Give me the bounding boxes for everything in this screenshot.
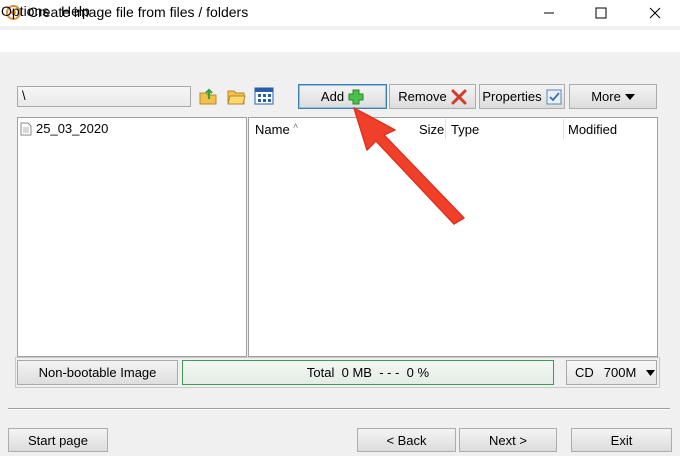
annotation-arrow-icon	[353, 107, 465, 225]
footer-divider	[8, 408, 670, 409]
maximize-button[interactable]	[578, 0, 624, 26]
column-header-name[interactable]: Name	[255, 122, 290, 137]
tree-item[interactable]: 25_03_2020	[20, 121, 108, 136]
minimize-button[interactable]	[526, 0, 572, 26]
media-size-select[interactable]: CD 700M	[566, 360, 657, 385]
dropdown-arrow-icon	[624, 93, 635, 100]
more-button[interactable]: More	[569, 84, 657, 109]
next-label: Next >	[489, 432, 527, 448]
total-percent: 0 %	[406, 365, 430, 380]
close-button[interactable]	[632, 0, 678, 26]
folder-open-icon[interactable]	[226, 86, 246, 106]
menu-help[interactable]: Help	[61, 3, 90, 19]
column-header-modified[interactable]: Modified	[568, 122, 617, 137]
start-page-button[interactable]: Start page	[8, 428, 108, 452]
folder-up-icon[interactable]	[198, 86, 218, 106]
more-button-label: More	[591, 89, 621, 104]
sort-indicator-icon: ˄	[293, 121, 299, 131]
close-icon	[649, 7, 661, 19]
menu-bar	[0, 30, 680, 52]
path-input[interactable]: \	[17, 86, 191, 107]
menu-options[interactable]: Options	[1, 3, 49, 19]
media-size: 700M	[603, 365, 637, 380]
grid-view-icon[interactable]	[254, 86, 274, 106]
start-page-label: Start page	[28, 432, 88, 448]
total-label: Total	[306, 365, 335, 380]
dropdown-arrow-icon	[646, 369, 656, 376]
minimize-icon	[544, 12, 554, 14]
document-icon	[20, 122, 32, 135]
properties-button[interactable]: Properties	[479, 84, 565, 109]
total-value: 0 MB	[341, 365, 372, 380]
total-dashes: - - -	[379, 365, 400, 380]
folder-up-icon-graphic	[199, 88, 217, 105]
exit-label: Exit	[610, 432, 633, 448]
next-button[interactable]: Next >	[459, 428, 557, 452]
back-label: < Back	[386, 432, 427, 448]
maximize-icon	[595, 7, 607, 19]
tree-item-label: 25_03_2020	[36, 121, 109, 136]
folder-open-icon-graphic	[227, 90, 246, 105]
boot-type-text: Non-bootable Image	[38, 365, 157, 380]
column-separator	[563, 119, 564, 139]
total-size-progress: Total 0 MB - - - 0 %	[182, 360, 554, 385]
boot-type-label[interactable]: Non-bootable Image	[17, 360, 178, 385]
back-button[interactable]: < Back	[357, 428, 456, 452]
properties-check-icon	[546, 89, 562, 104]
properties-button-label: Properties	[482, 89, 542, 104]
media-type: CD	[575, 365, 594, 380]
folder-tree-panel[interactable]	[17, 117, 247, 357]
grid-view-icon-graphic	[254, 87, 274, 105]
exit-button[interactable]: Exit	[571, 428, 672, 452]
